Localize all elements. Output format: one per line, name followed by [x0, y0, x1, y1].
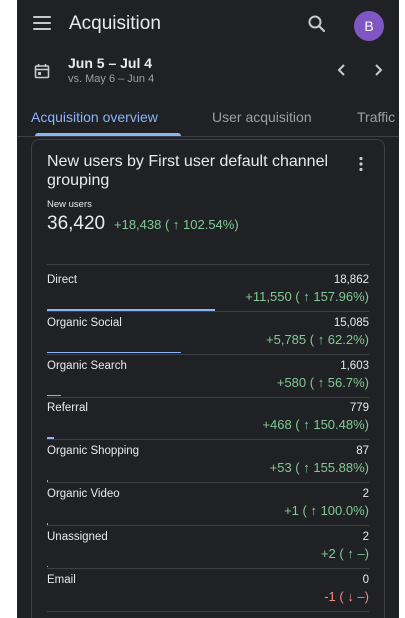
channel-change: +1 ( ↑ 100.0%) [284, 503, 369, 518]
channel-grouping-card: New users by First user default channel … [31, 139, 385, 618]
date-range-selector[interactable]: Jun 5 – Jul 4 vs. May 6 – Jun 4 [17, 50, 399, 94]
channel-value: 2 [362, 530, 369, 543]
more-vertical-icon[interactable] [358, 156, 364, 177]
divider [47, 264, 369, 265]
channel-row[interactable]: Unassigned 2 +2 ( ↑ –) [47, 526, 369, 569]
metric-change: +18,438 ( ↑ 102.54%) [114, 217, 239, 232]
app-frame: Acquisition B Jun 5 – Jul 4 vs. May 6 – … [17, 0, 399, 618]
channel-row[interactable]: Organic Social 15,085 +5,785 ( ↑ 62.2%) [47, 312, 369, 355]
channel-change: +53 ( ↑ 155.88%) [269, 460, 369, 476]
page-title: Acquisition [69, 13, 161, 34]
channel-row[interactable]: Organic Search 1,603 +580 ( ↑ 56.7%) [47, 355, 369, 398]
channel-value: 2 [362, 488, 369, 500]
channel-change: +11,550 ( ↑ 157.96%) [245, 289, 369, 304]
channel-change: +580 ( ↑ 56.7%) [276, 374, 369, 390]
tab-user-acquisition[interactable]: User acquisition [212, 109, 312, 125]
tab-traffic[interactable]: Traffic [357, 109, 395, 125]
channel-row[interactable]: Organic Shopping 87 +53 ( ↑ 155.88%) [47, 440, 369, 484]
channel-row[interactable]: Direct 18,862 +11,550 ( ↑ 157.96%) [47, 269, 369, 312]
top-app-bar: Acquisition B [17, 0, 399, 50]
channel-row[interactable]: Organic Video 2 +1 ( ↑ 100.0%) [47, 483, 369, 526]
calendar-icon [34, 63, 50, 84]
date-range-primary: Jun 5 – Jul 4 [68, 55, 153, 71]
channel-value: 87 [356, 445, 369, 458]
metric-label: New users [47, 199, 92, 210]
channel-row[interactable]: Referral 779 +468 ( ↑ 150.48%) [47, 397, 369, 441]
date-range-comparison: vs. May 6 – Jun 4 [68, 73, 155, 85]
channel-value: 15,085 [333, 316, 369, 329]
channel-name: Direct [47, 274, 78, 286]
channel-name: Organic Search [47, 359, 127, 372]
row-divider [47, 610, 369, 612]
channel-change: +5,785 ( ↑ 62.2%) [266, 331, 369, 347]
channel-name: Referral [47, 402, 88, 415]
channel-change: -1 ( ↓ –) [324, 588, 369, 604]
channel-name: Organic Video [47, 488, 120, 500]
channel-name: Organic Shopping [47, 445, 140, 458]
channel-name: Organic Social [47, 316, 122, 329]
channel-value: 0 [362, 573, 369, 586]
avatar[interactable]: B [354, 11, 384, 41]
search-icon[interactable] [307, 14, 327, 34]
channel-value: 18,862 [333, 274, 369, 286]
channel-name: Unassigned [47, 530, 108, 543]
chevron-left-icon[interactable] [335, 60, 349, 85]
channel-change: +2 ( ↑ –) [320, 545, 369, 561]
channel-value: 1,603 [340, 359, 369, 372]
card-title: New users by First user default channel … [47, 153, 329, 189]
active-tab-indicator [35, 133, 181, 136]
tab-bar: Acquisition overview User acquisition Tr… [17, 96, 399, 137]
tab-acquisition-overview[interactable]: Acquisition overview [31, 109, 158, 125]
menu-icon[interactable] [33, 16, 51, 30]
chevron-right-icon[interactable] [371, 60, 385, 85]
metric-value: 36,420 [47, 213, 106, 234]
channel-change: +468 ( ↑ 150.48%) [262, 417, 369, 433]
channel-value: 779 [349, 402, 369, 415]
channel-row[interactable]: Email 0 -1 ( ↓ –) [47, 569, 369, 612]
channel-name: Email [47, 573, 76, 586]
